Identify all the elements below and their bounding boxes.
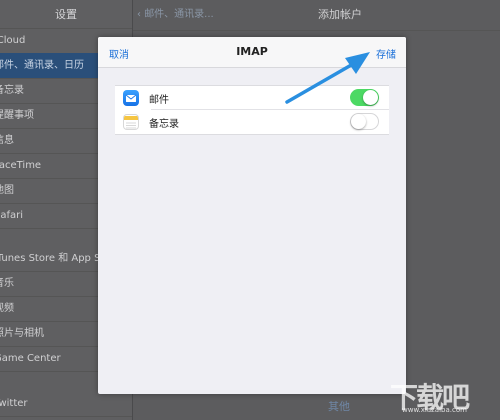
mail-icon [123, 90, 139, 106]
modal-title: IMAP [236, 45, 268, 58]
mail-label: 邮件 [149, 95, 169, 106]
notes-label: 备忘录 [149, 119, 179, 130]
save-button[interactable]: 存储 [376, 46, 396, 61]
other-account-link[interactable]: 其他 [328, 398, 350, 414]
list-item-mail: 邮件 [115, 86, 389, 110]
detail-nav-bar: ‹ 邮件、通讯录... 添加帐户 [133, 0, 500, 31]
back-button-label: 邮件、通讯录... [144, 9, 214, 20]
watermark-url: www.xiazaiba.com [402, 406, 467, 414]
watermark-logo: 下载吧 www.xiazaiba.com [384, 376, 494, 416]
notes-toggle[interactable] [350, 113, 379, 130]
modal-nav-bar: 取消 IMAP 存储 [98, 37, 406, 68]
list-item-notes: 备忘录 [115, 110, 389, 134]
back-button[interactable]: ‹ 邮件、通讯录... [137, 0, 214, 30]
sync-options-group: 邮件 备忘录 [115, 85, 389, 135]
toggle-knob [351, 114, 366, 129]
sidebar-title: 设置 [0, 0, 132, 29]
toggle-knob [363, 90, 378, 105]
mail-toggle[interactable] [350, 89, 379, 106]
sidebar-item-twitter[interactable]: Twitter [0, 391, 132, 417]
imap-modal: 取消 IMAP 存储 邮件 备忘录 [98, 37, 406, 394]
notes-icon [123, 114, 139, 130]
detail-title: 添加帐户 [318, 8, 362, 21]
